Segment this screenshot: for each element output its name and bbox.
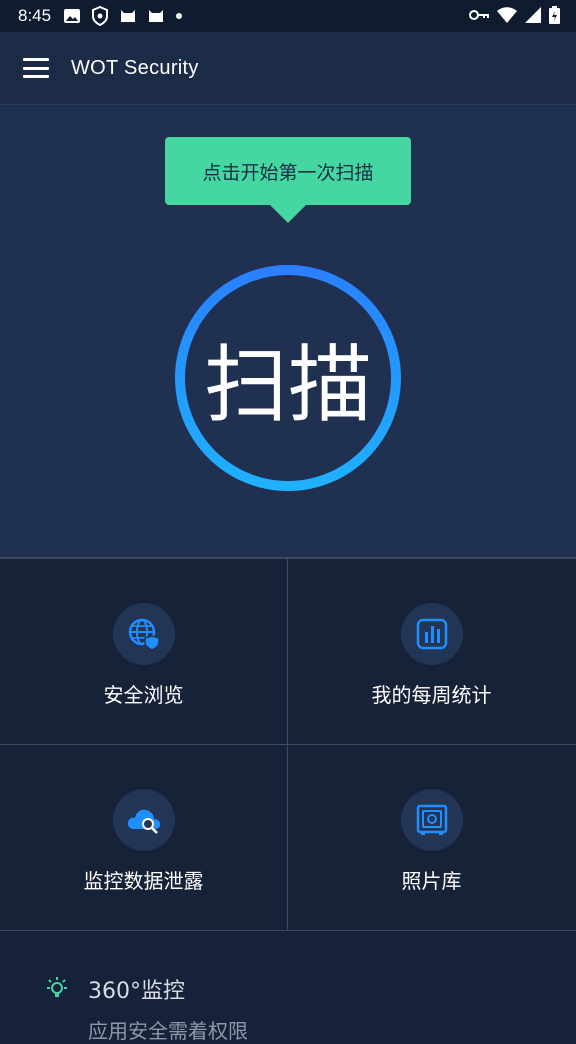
feature-grid: 安全浏览 我的每周统计 监控数据泄露 照片库 bbox=[0, 559, 576, 931]
tile-label: 安全浏览 bbox=[103, 683, 184, 707]
tile-label: 监控数据泄露 bbox=[83, 869, 204, 893]
monitor-subtext: 应用安全需着权限 bbox=[88, 1019, 248, 1043]
status-time: 8:45 bbox=[18, 6, 52, 25]
status-bar: 8:45 bbox=[0, 0, 576, 32]
cat-icon bbox=[121, 10, 136, 22]
scan-button[interactable]: 扫描 bbox=[175, 265, 401, 491]
battery-icon bbox=[549, 6, 560, 24]
scan-hero: 点击开始第一次扫描 扫描 bbox=[0, 105, 576, 557]
monitor-row[interactable]: 360°监控 bbox=[44, 973, 185, 1005]
cloud-search-icon bbox=[112, 789, 175, 851]
scan-tooltip: 点击开始第一次扫描 bbox=[165, 137, 411, 205]
app-bar: WOT Security bbox=[0, 32, 576, 105]
dot-icon bbox=[176, 13, 183, 19]
key-icon bbox=[469, 10, 489, 20]
tile-label: 我的每周统计 bbox=[371, 683, 492, 707]
tile-label: 照片库 bbox=[401, 869, 462, 893]
app-title: WOT Security bbox=[71, 56, 199, 79]
tile-data-breach-monitor[interactable]: 监控数据泄露 bbox=[0, 745, 287, 930]
grid-divider-vertical bbox=[287, 559, 288, 931]
hamburger-menu-icon[interactable] bbox=[23, 58, 49, 78]
tooltip-arrow bbox=[270, 205, 306, 223]
safe-vault-icon bbox=[400, 789, 463, 851]
wifi-icon bbox=[497, 7, 517, 23]
signal-icon bbox=[525, 7, 541, 23]
image-icon bbox=[64, 9, 81, 23]
shield-icon bbox=[92, 6, 109, 26]
globe-shield-icon bbox=[112, 603, 175, 665]
scan-tooltip-text: 点击开始第一次扫描 bbox=[202, 161, 374, 184]
tile-photo-vault[interactable]: 照片库 bbox=[288, 745, 575, 930]
bar-chart-icon bbox=[400, 603, 463, 665]
lightbulb-icon bbox=[47, 977, 67, 997]
monitor-label: 360°监控 bbox=[88, 979, 185, 1004]
tile-safe-browsing[interactable]: 安全浏览 bbox=[0, 559, 287, 744]
scan-button-label: 扫描 bbox=[185, 275, 391, 481]
grid-divider-horizontal bbox=[0, 744, 576, 745]
cat-icon bbox=[149, 10, 164, 22]
tile-weekly-stats[interactable]: 我的每周统计 bbox=[288, 559, 575, 744]
monitor-section: 360°监控 应用安全需着权限 bbox=[0, 931, 576, 1043]
